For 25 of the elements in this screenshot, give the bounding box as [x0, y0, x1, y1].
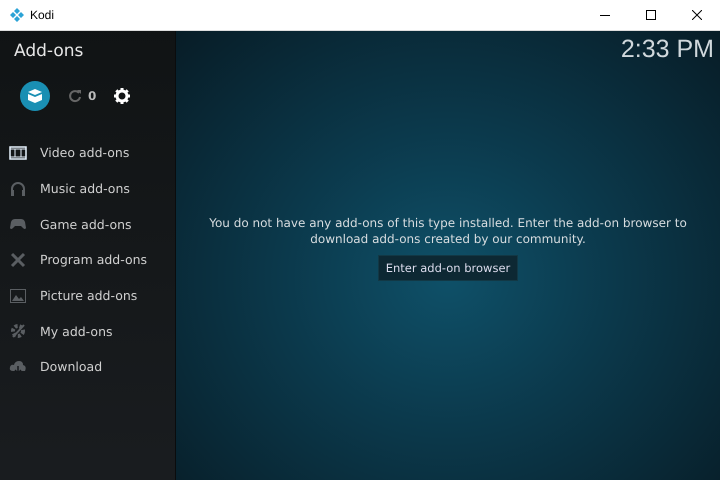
minimize-icon	[600, 14, 610, 16]
sidebar-item[interactable]: Music add-ons	[0, 170, 175, 206]
update-count: 0	[88, 89, 96, 103]
sidebar-item[interactable]: Download	[0, 349, 175, 385]
music-icon	[9, 180, 27, 198]
video-icon	[9, 144, 27, 162]
sidebar-item[interactable]: Video add-ons	[0, 135, 175, 171]
sidebar-item[interactable]: Picture add-ons	[0, 278, 175, 314]
window-title: Kodi	[30, 8, 56, 22]
picture-icon	[9, 286, 27, 305]
kodi-logo-icon	[10, 8, 24, 22]
program-icon	[9, 250, 27, 269]
sidebar-item[interactable]: My add-ons	[0, 313, 175, 350]
enter-browser-button[interactable]: Enter add-on browser	[378, 255, 518, 281]
addon-box-button[interactable]	[20, 81, 50, 111]
maximize-icon	[646, 10, 656, 20]
sidebar-item[interactable]: Game add-ons	[0, 206, 175, 242]
box-icon	[27, 88, 43, 104]
settings-icon[interactable]	[114, 88, 130, 104]
sidebar-item[interactable]: Program add-ons	[0, 242, 175, 278]
close-icon	[692, 10, 702, 20]
empty-message: You do not have any add-ons of this type installed. Enter the add-on browser to download add-ons created by our community.	[208, 215, 688, 247]
page-title: Add-ons	[14, 41, 84, 61]
clock: 2:33 PM	[620, 35, 714, 64]
refresh-icon[interactable]	[68, 89, 82, 103]
